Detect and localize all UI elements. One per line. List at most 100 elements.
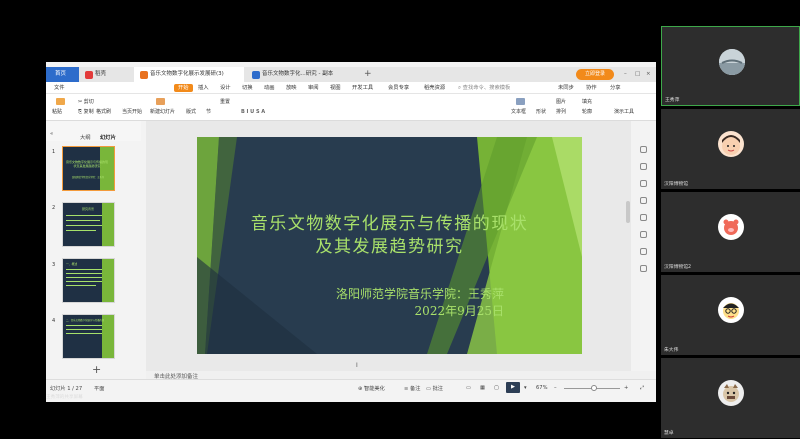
vertical-scrollbar[interactable] xyxy=(626,201,630,223)
slide-title-line1[interactable]: 音乐文物数字化展示与传播的现状 xyxy=(197,209,582,234)
close-icon[interactable]: × xyxy=(646,67,651,82)
format-painter-button[interactable]: 格式刷 xyxy=(96,109,111,116)
fit-window-icon[interactable]: ⤢ xyxy=(640,385,644,392)
play-slideshow-icon[interactable]: ▶ xyxy=(506,382,520,393)
style-tool-icon[interactable] xyxy=(640,180,647,187)
shape-tool-icon[interactable] xyxy=(640,163,647,170)
reset-button[interactable]: 重置 xyxy=(220,99,230,106)
section-button[interactable]: 节 xyxy=(206,109,211,116)
participant-tile-1[interactable]: 王秀萍 xyxy=(661,26,800,106)
comment-button[interactable]: ▭ 批注 xyxy=(426,385,443,392)
participant-tile-2[interactable]: 汉阳博物馆 xyxy=(661,109,800,189)
outline-tab[interactable]: 大纲 xyxy=(80,133,91,141)
slide-title-line2[interactable]: 及其发展趋势研究 xyxy=(197,232,582,257)
slide-canvas[interactable]: 音乐文物数字化展示与传播的现状 及其发展趋势研究 洛阳师范学院音乐学院：王秀萍 … xyxy=(146,121,631,371)
slide-thumbnail-1[interactable]: 音乐文物数字化展示与传播的现状及其发展趋势研究 洛阳师范学院音乐学院：王秀萍 xyxy=(62,146,115,191)
menu-start[interactable]: 开始 xyxy=(174,84,193,92)
beautify-button[interactable]: ⊕ 智能美化 xyxy=(358,385,385,392)
notes-button[interactable]: ≡ 备注 xyxy=(404,385,420,392)
new-slide-button[interactable]: 新建幻灯片 xyxy=(150,109,175,116)
normal-view-icon[interactable]: ▭ xyxy=(466,385,471,391)
thumb-text-line xyxy=(66,225,102,226)
copy-button[interactable]: ⎘ 复制 xyxy=(78,109,94,116)
menu-view[interactable]: 视图 xyxy=(330,82,341,94)
zoom-slider-thumb[interactable] xyxy=(591,385,597,391)
participant-tile-5[interactable]: 慧卓 xyxy=(661,358,800,438)
tab-docer[interactable]: 稻壳 xyxy=(79,67,131,82)
zoom-in-icon[interactable]: + xyxy=(624,385,628,391)
collab-button[interactable]: 协作 xyxy=(586,82,597,94)
menu-review[interactable]: 审阅 xyxy=(308,82,319,94)
maximize-icon[interactable]: □ xyxy=(635,67,640,82)
layout-button[interactable]: 版式 xyxy=(186,109,196,116)
menu-view-label: 视图 xyxy=(330,85,341,91)
slide-thumbnail-3[interactable]: 一、概述 xyxy=(62,258,115,303)
thumb-text-line xyxy=(66,220,100,221)
present-tools-button[interactable]: 演示工具 xyxy=(614,109,634,116)
transition-tool-icon[interactable] xyxy=(640,214,647,221)
paste-button[interactable]: 粘贴 xyxy=(52,109,62,116)
menu-file[interactable]: 文件 xyxy=(54,82,65,94)
sync-status[interactable]: 未同步 xyxy=(558,82,574,94)
collapse-panel-icon[interactable]: « xyxy=(50,131,53,137)
add-slide-icon[interactable]: + xyxy=(92,363,101,376)
thumb-text-line xyxy=(66,281,102,282)
location-tool-icon[interactable] xyxy=(640,265,647,272)
share-button[interactable]: 分享 xyxy=(610,82,621,94)
animation-tool-icon[interactable] xyxy=(640,197,647,204)
sorter-view-icon[interactable]: ▦ xyxy=(480,385,485,391)
tab-home[interactable]: 首页 xyxy=(46,67,79,82)
menu-docer-res[interactable]: 稻壳资源 xyxy=(424,82,445,94)
from-current-button[interactable]: 当页开始 xyxy=(122,109,142,116)
menu-design[interactable]: 设计 xyxy=(220,82,231,94)
tab-document-1[interactable]: 音乐文物数字化展示发展研(3) xyxy=(134,67,244,82)
picture-label: 图片 xyxy=(556,99,567,105)
outline-label: 轮廓 xyxy=(582,109,593,115)
thumb-number-3: 3 xyxy=(52,262,56,268)
zoom-level[interactable]: 67% xyxy=(536,385,548,391)
comment-label: 批注 xyxy=(432,386,443,392)
thumb-decoration xyxy=(102,203,114,246)
doc-icon xyxy=(252,71,260,79)
slide-current[interactable]: 音乐文物数字化展示与传播的现状 及其发展趋势研究 洛阳师范学院音乐学院：王秀萍 … xyxy=(197,137,582,354)
zoom-out-icon[interactable]: – xyxy=(554,385,557,391)
tab-document-2[interactable]: 音乐文物数字化...研究 - 副本 xyxy=(246,67,356,82)
settings-tool-icon[interactable] xyxy=(640,231,647,238)
participant-tile-4[interactable]: 朱大伟 xyxy=(661,275,800,355)
font-controls[interactable]: B I U S A xyxy=(241,109,265,116)
thumb-text-line xyxy=(66,269,102,270)
slides-tab[interactable]: 幻灯片 xyxy=(100,133,116,141)
reading-view-icon[interactable]: ▢ xyxy=(494,385,499,391)
menu-member[interactable]: 会员专享 xyxy=(388,82,409,94)
menu-show[interactable]: 放映 xyxy=(286,82,297,94)
picture-button[interactable]: 图片 xyxy=(556,99,566,106)
play-options-icon[interactable]: ▾ xyxy=(524,385,527,391)
avatar xyxy=(718,214,744,240)
arrange-button[interactable]: 排列 xyxy=(556,109,566,116)
menu-devtools[interactable]: 开发工具 xyxy=(352,82,373,94)
fill-button[interactable]: 填充 xyxy=(582,99,592,106)
command-search-placeholder: 查找命令、搜索模板 xyxy=(462,85,511,91)
media-tool-icon[interactable] xyxy=(640,248,647,255)
shape-button[interactable]: 形状 xyxy=(536,109,546,116)
login-button[interactable]: 立即登录 xyxy=(576,69,614,80)
menu-insert[interactable]: 插入 xyxy=(198,82,209,94)
menu-review-label: 审阅 xyxy=(308,85,319,91)
slide-date[interactable]: 2022年9月25日 xyxy=(415,302,504,319)
select-tool-icon[interactable] xyxy=(640,146,647,153)
slide-thumbnail-panel[interactable]: 1 音乐文物数字化展示与传播的现状及其发展趋势研究 洛阳师范学院音乐学院：王秀萍… xyxy=(46,141,146,371)
minimize-icon[interactable]: – xyxy=(624,67,627,82)
menu-transition[interactable]: 切换 xyxy=(242,82,253,94)
textbox-button[interactable]: 文本框 xyxy=(511,109,526,116)
format-painter-label: 格式刷 xyxy=(96,109,112,115)
outline-button[interactable]: 轮廓 xyxy=(582,109,592,116)
slide-thumbnail-2[interactable]: 研究背景 xyxy=(62,202,115,247)
new-tab-icon[interactable]: + xyxy=(364,67,372,82)
participant-tile-3[interactable]: 汉阳博物馆2 xyxy=(661,192,800,272)
thumb-text-line xyxy=(66,273,102,274)
slide-thumbnail-4[interactable]: 二、音乐文物数字化展示与传播的现状 xyxy=(62,314,115,359)
menu-animation[interactable]: 动画 xyxy=(264,82,275,94)
cut-button[interactable]: ✂ 剪切 xyxy=(78,99,94,106)
command-search[interactable]: ⌕ 查找命令、搜索模板 xyxy=(458,82,510,94)
slide-author[interactable]: 洛阳师范学院音乐学院：王秀萍 xyxy=(336,285,504,302)
